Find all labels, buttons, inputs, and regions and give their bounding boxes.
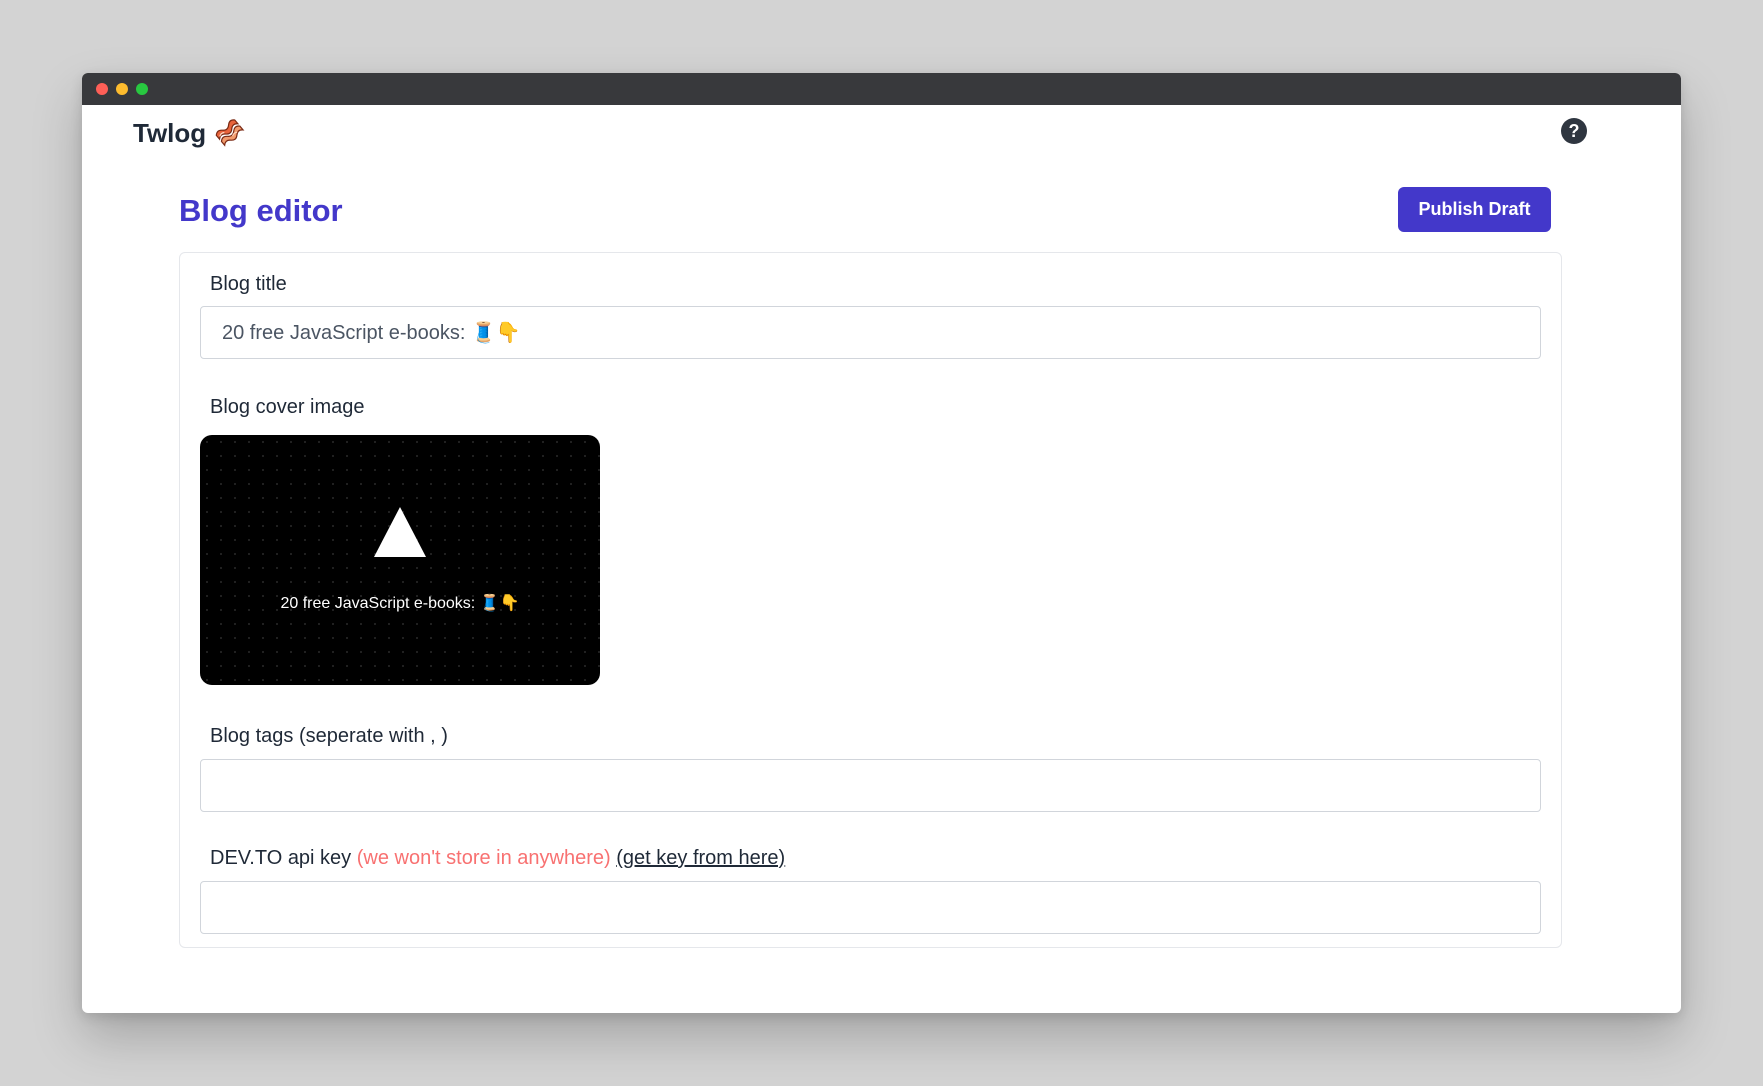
api-key-privacy-hint: (we won't store in anywhere)	[356, 847, 611, 869]
api-key-label-row: DEV.TO api key (we won't store in anywhe…	[210, 847, 785, 870]
window-titlebar	[82, 73, 1681, 105]
get-key-link[interactable]: (get key from here)	[616, 847, 785, 869]
maximize-window-button[interactable]	[136, 83, 148, 95]
api-key-label: DEV.TO api key	[210, 847, 352, 869]
page-title: Blog editor	[179, 193, 343, 228]
blog-tags-input[interactable]	[200, 759, 1541, 812]
help-glyph: ?	[1568, 120, 1580, 141]
blog-title-label: Blog title	[210, 273, 287, 295]
triangle-logo-icon	[374, 507, 426, 557]
publish-draft-button[interactable]: Publish Draft	[1398, 187, 1551, 232]
cover-caption: 20 free JavaScript e-books: 🧵👇	[280, 595, 520, 612]
brand[interactable]: Twlog	[133, 117, 246, 149]
minimize-window-button[interactable]	[116, 83, 128, 95]
blog-tags-label: Blog tags (seperate with , )	[210, 725, 448, 747]
app-header: Twlog ?	[82, 105, 1681, 155]
brand-name: Twlog	[133, 117, 207, 148]
blog-cover-label: Blog cover image	[210, 396, 365, 418]
blog-form-card: Blog title Blog cover image 20 free Java…	[179, 252, 1562, 948]
browser-window: Twlog ? Blog editor Publish Draft Blog t…	[82, 73, 1681, 1013]
blog-cover-image[interactable]: 20 free JavaScript e-books: 🧵👇	[200, 435, 600, 685]
help-icon[interactable]: ?	[1561, 118, 1587, 144]
bacon-icon	[214, 117, 246, 149]
blog-title-input[interactable]	[200, 306, 1541, 359]
api-key-input[interactable]	[200, 881, 1541, 934]
close-window-button[interactable]	[96, 83, 108, 95]
